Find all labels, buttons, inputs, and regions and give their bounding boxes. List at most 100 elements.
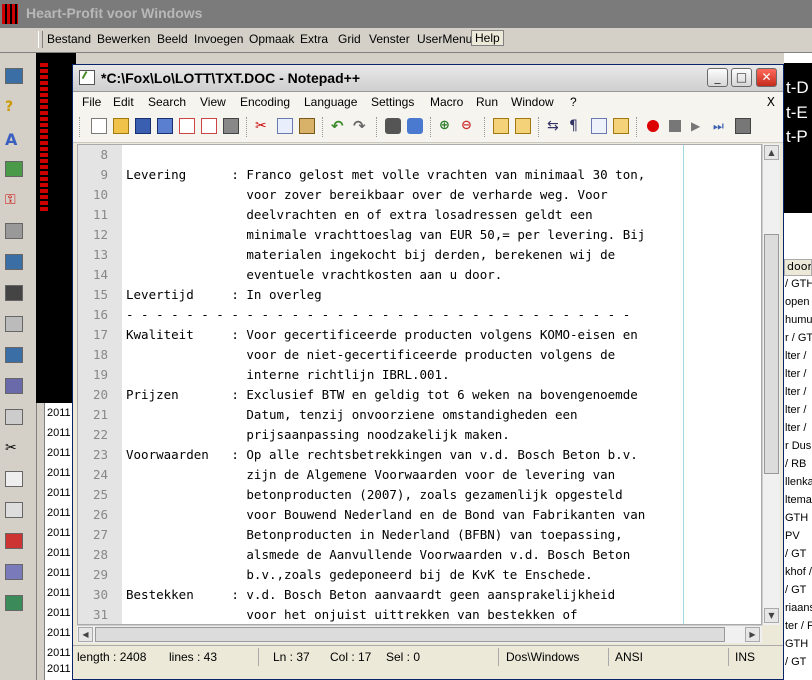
key-icon[interactable]: ⚿ bbox=[5, 192, 23, 208]
cut-icon[interactable]: ✂ bbox=[5, 440, 23, 456]
editor-line[interactable]: 11 deelvrachten en of extra losadressen … bbox=[78, 205, 761, 225]
table-cell[interactable]: r Dus bbox=[785, 440, 811, 452]
list-item[interactable]: 2011 bbox=[47, 507, 71, 519]
open-file-icon[interactable] bbox=[113, 118, 129, 134]
redo-icon[interactable]: ↷ bbox=[353, 118, 369, 134]
horizontal-scrollbar[interactable]: ◀ ▶ bbox=[77, 625, 762, 643]
menu-help[interactable]: ? bbox=[570, 95, 577, 109]
list-item[interactable]: 2011 bbox=[47, 607, 71, 619]
menu-window[interactable]: Window bbox=[511, 95, 554, 109]
play-macro-icon[interactable]: ▶ bbox=[691, 118, 707, 134]
table-cell[interactable]: lter / bbox=[785, 368, 806, 380]
maximize-button[interactable]: □ bbox=[731, 68, 752, 87]
record-macro-icon[interactable] bbox=[647, 120, 659, 132]
window-icon[interactable] bbox=[5, 68, 23, 84]
menu-view[interactable]: View bbox=[200, 95, 226, 109]
column-header[interactable]: door bbox=[784, 259, 812, 276]
refresh-icon[interactable] bbox=[5, 316, 23, 332]
scroll-right-icon[interactable]: ▶ bbox=[745, 627, 760, 642]
editor-line[interactable]: 12 minimale vrachttoeslag van EUR 50,= p… bbox=[78, 225, 761, 245]
menu-run[interactable]: Run bbox=[476, 95, 498, 109]
zoom-in-icon[interactable]: ⊕ bbox=[439, 118, 455, 134]
folder-icon[interactable] bbox=[5, 161, 23, 177]
editor-line[interactable]: 23 Voorwaarden : Op alle rechtsbetrekking… bbox=[78, 445, 761, 465]
text-editor[interactable]: 8 9 Levering : Franco gelost met volle vra… bbox=[77, 144, 762, 625]
replace-icon[interactable] bbox=[407, 118, 423, 134]
editor-line[interactable]: 16 - - - - - - - - - - - - - - - - - - - … bbox=[78, 305, 761, 325]
list-item[interactable]: 2011 bbox=[47, 467, 71, 479]
list-item[interactable]: 2011 bbox=[47, 447, 71, 459]
menu-extra[interactable]: Extra bbox=[300, 32, 328, 46]
table-cell[interactable]: lter / bbox=[785, 386, 806, 398]
list-item[interactable]: 2011 bbox=[47, 527, 71, 539]
save-icon[interactable] bbox=[135, 118, 151, 134]
menu-settings[interactable]: Settings bbox=[371, 95, 414, 109]
table-cell[interactable]: humu bbox=[785, 314, 812, 326]
edit-icon[interactable] bbox=[5, 564, 23, 580]
menu-usermenu[interactable]: UserMenu bbox=[417, 32, 472, 46]
table-cell[interactable]: / GTH bbox=[785, 278, 812, 290]
editor-line[interactable]: 27 Betonproducten in Nederland (BFBN) va… bbox=[78, 525, 761, 545]
menu-opmaak[interactable]: Opmaak bbox=[249, 32, 294, 46]
list-item[interactable]: 2011 bbox=[47, 547, 71, 559]
table-cell[interactable]: ltema bbox=[785, 494, 812, 506]
print-icon[interactable] bbox=[223, 118, 239, 134]
list-item[interactable]: 2011 bbox=[47, 627, 71, 639]
close-file-icon[interactable] bbox=[179, 118, 195, 134]
help-icon[interactable]: ? bbox=[5, 99, 23, 115]
undo-icon[interactable]: ↶ bbox=[331, 118, 347, 134]
menu-bestand[interactable]: Bestand bbox=[47, 32, 91, 46]
editor-line[interactable]: 19 interne richtlijn IBRL.001. bbox=[78, 365, 761, 385]
menu-invoegen[interactable]: Invoegen bbox=[194, 32, 243, 46]
run-macro-multiple-icon[interactable]: ⏭ bbox=[713, 118, 729, 134]
editor-line[interactable]: 18 voor de niet-gecertificeerde producte… bbox=[78, 345, 761, 365]
new-file-icon[interactable] bbox=[91, 118, 107, 134]
zoom-out-icon[interactable]: ⊖ bbox=[461, 118, 477, 134]
menu-file[interactable]: File bbox=[82, 95, 101, 109]
close-button[interactable]: ✕ bbox=[756, 68, 777, 87]
editor-line[interactable]: 24 zijn de Algemene Voorwaarden voor de … bbox=[78, 465, 761, 485]
list-item[interactable]: 2011 bbox=[47, 407, 71, 419]
table-cell[interactable]: PV bbox=[785, 530, 800, 542]
window-small-icon[interactable] bbox=[5, 409, 23, 425]
list-item[interactable]: 2011 bbox=[47, 587, 71, 599]
scroll-up-icon[interactable]: ▲ bbox=[764, 145, 779, 160]
paste-icon[interactable] bbox=[299, 118, 315, 134]
menu-macro[interactable]: Macro bbox=[430, 95, 463, 109]
editor-line[interactable]: 9 Levering : Franco gelost met volle vrac… bbox=[78, 165, 761, 185]
counter-icon[interactable] bbox=[5, 285, 23, 301]
scroll-left-icon[interactable]: ◀ bbox=[78, 627, 93, 642]
table-cell[interactable]: / GT bbox=[785, 584, 806, 596]
form-icon[interactable] bbox=[5, 254, 23, 270]
close-document-button[interactable]: X bbox=[767, 95, 775, 109]
vertical-scroll-thumb[interactable] bbox=[764, 234, 779, 474]
editor-line[interactable]: 26 voor Bouwend Nederland en de Bond van… bbox=[78, 505, 761, 525]
list-item[interactable]: 2011 bbox=[47, 647, 71, 659]
minimize-button[interactable]: _ bbox=[707, 68, 728, 87]
table-cell[interactable]: lter / bbox=[785, 404, 806, 416]
menu-grid[interactable]: Grid bbox=[338, 32, 361, 46]
clipboard-icon[interactable] bbox=[5, 533, 23, 549]
menu-venster[interactable]: Venster bbox=[369, 32, 410, 46]
copy-icon[interactable] bbox=[277, 118, 293, 134]
save-macro-icon[interactable] bbox=[735, 118, 751, 134]
menu-help[interactable]: Help bbox=[471, 30, 504, 46]
table-cell[interactable]: GTH bbox=[785, 512, 808, 524]
sync-horizontal-icon[interactable] bbox=[515, 118, 531, 134]
editor-line[interactable]: 15 Levertijd : In overleg bbox=[78, 285, 761, 305]
editor-line[interactable]: 22 prijsaanpassing noodzakelijk maken. bbox=[78, 425, 761, 445]
indent-guide-icon[interactable] bbox=[591, 118, 607, 134]
table-cell[interactable]: llenka bbox=[785, 476, 812, 488]
paste-icon[interactable] bbox=[5, 502, 23, 518]
word-wrap-icon[interactable]: ⇆ bbox=[547, 118, 563, 134]
table-cell[interactable]: khof / bbox=[785, 566, 812, 578]
screen-icon[interactable] bbox=[5, 595, 23, 611]
report-icon[interactable] bbox=[5, 347, 23, 363]
font-icon[interactable]: A bbox=[5, 130, 23, 149]
chart-icon[interactable] bbox=[5, 378, 23, 394]
editor-line[interactable]: 28 alsmede de Aanvullende Voorwaarden v.… bbox=[78, 545, 761, 565]
editor-line[interactable]: 31 voor het onjuist uittrekken van beste… bbox=[78, 605, 761, 624]
save-all-icon[interactable] bbox=[157, 118, 173, 134]
table-cell[interactable]: open bbox=[785, 296, 809, 308]
stop-macro-icon[interactable] bbox=[669, 120, 681, 132]
